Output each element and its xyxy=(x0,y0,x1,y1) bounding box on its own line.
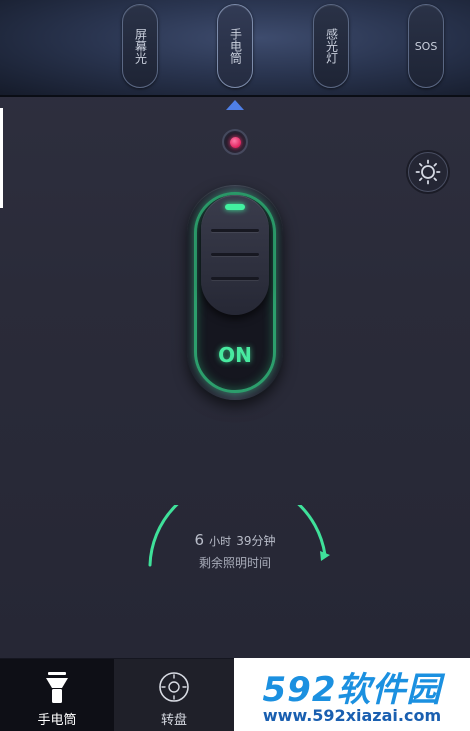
hours-unit: 小时 xyxy=(209,535,232,548)
remaining-time-caption: 剩余照明时间 xyxy=(198,556,271,570)
flashlight-icon xyxy=(37,667,77,707)
grip-line xyxy=(211,253,259,256)
edge-strip xyxy=(0,108,3,208)
mode-tab-light-sensor[interactable]: 感光灯 xyxy=(313,4,349,88)
power-switch[interactable]: ON xyxy=(187,185,283,400)
tab-flashlight-label: 手电筒 xyxy=(37,713,77,728)
watermark-logo: 592软件园 xyxy=(234,662,470,711)
active-mode-indicator xyxy=(226,100,244,110)
grip-line xyxy=(211,229,259,232)
brightness-icon xyxy=(415,159,441,185)
tab-dial[interactable]: 转盘 xyxy=(117,659,231,731)
mode-tab-label: 感光灯 xyxy=(324,28,339,64)
remaining-minutes: 39分钟 xyxy=(236,534,276,548)
mode-tab-flashlight[interactable]: 手电筒 xyxy=(217,4,253,88)
thumb-indicator-light xyxy=(225,204,245,210)
watermark-logo-text: 软件园 xyxy=(336,670,442,710)
dial-icon xyxy=(154,667,194,707)
watermark-logo-digits: 592 xyxy=(262,670,337,710)
switch-state-label: ON xyxy=(218,343,252,367)
switch-thumb[interactable] xyxy=(201,195,269,315)
tab-dial-label: 转盘 xyxy=(160,713,187,728)
remaining-hours: 6 xyxy=(194,531,205,549)
mode-tab-label: SOS xyxy=(414,39,438,53)
mode-tab-screen-light[interactable]: 屏幕光 xyxy=(122,4,158,88)
brightness-button[interactable] xyxy=(408,152,448,192)
status-led xyxy=(222,129,248,155)
grip-line xyxy=(211,277,259,280)
remaining-time: 6 小时 39分钟 xyxy=(0,530,470,549)
mode-tab-label: 屏幕光 xyxy=(133,28,148,64)
watermark: 592软件园 www.592xiazai.com xyxy=(234,658,470,731)
mode-switcher: 屏幕光 手电筒 感光灯 SOS xyxy=(0,0,470,97)
led-dot xyxy=(229,136,241,148)
mode-tab-label: 手电筒 xyxy=(228,28,243,64)
tab-flashlight[interactable]: 手电筒 xyxy=(0,659,114,731)
app-screen: 屏幕光 手电筒 感光灯 SOS ON 6 小时 39分钟 剩余照明时间 手电筒 … xyxy=(0,0,470,731)
watermark-url: www.592xiazai.com xyxy=(262,706,442,725)
mode-tab-sos[interactable]: SOS xyxy=(408,4,444,88)
